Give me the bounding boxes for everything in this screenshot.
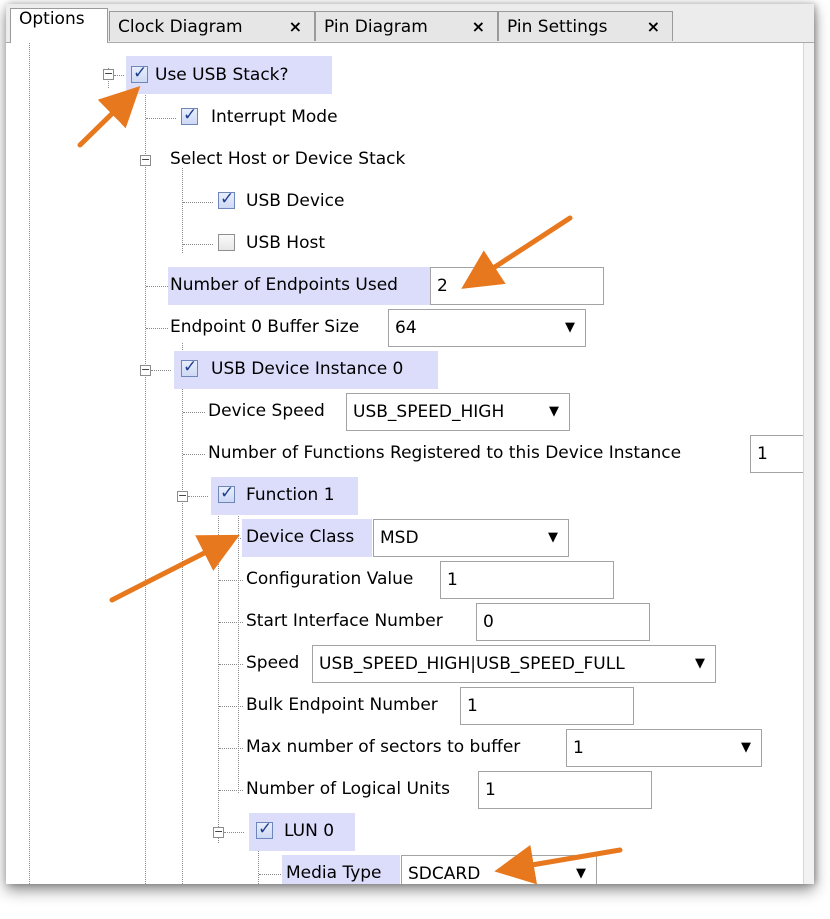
arrow-media-type: [494, 844, 623, 885]
arrow-use-usb-stack: [77, 86, 141, 148]
annotation-arrows: [77, 86, 623, 885]
arrow-num-endpoints: [461, 215, 573, 289]
arrow-device-class: [109, 534, 240, 603]
